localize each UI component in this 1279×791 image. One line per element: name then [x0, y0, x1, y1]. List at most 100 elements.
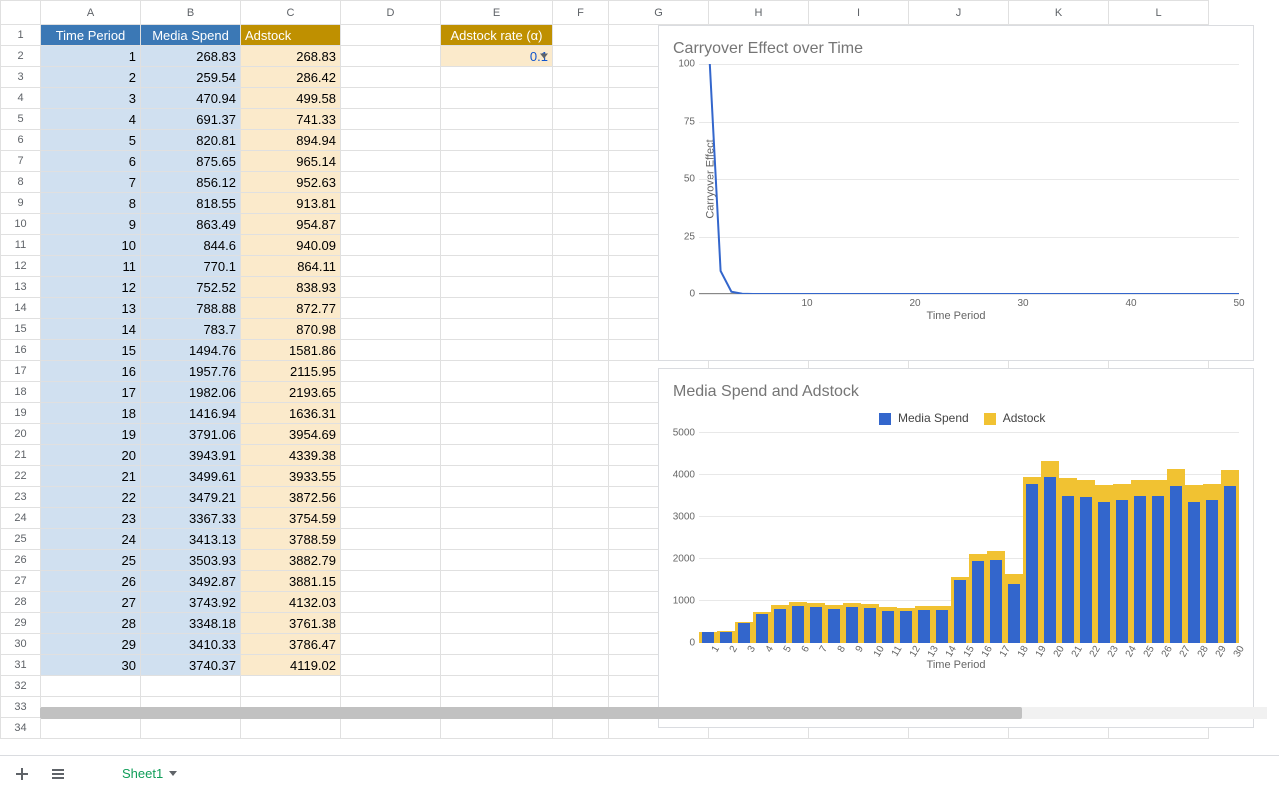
- row-header-7[interactable]: 7: [1, 151, 41, 172]
- cell[interactable]: [441, 256, 553, 277]
- cell-spend[interactable]: 818.55: [141, 193, 241, 214]
- cell[interactable]: [441, 613, 553, 634]
- cell[interactable]: [553, 424, 609, 445]
- cell[interactable]: [241, 676, 341, 697]
- cell-adstock[interactable]: 4339.38: [241, 445, 341, 466]
- cell[interactable]: [341, 25, 441, 46]
- cell[interactable]: [553, 130, 609, 151]
- cell[interactable]: [341, 214, 441, 235]
- cell-spend[interactable]: 3791.06: [141, 424, 241, 445]
- row-header-32[interactable]: 32: [1, 676, 41, 697]
- cell[interactable]: [341, 613, 441, 634]
- cell[interactable]: [441, 109, 553, 130]
- cell[interactable]: [553, 67, 609, 88]
- cell[interactable]: [553, 487, 609, 508]
- cell[interactable]: [553, 445, 609, 466]
- cell[interactable]: [553, 277, 609, 298]
- cell[interactable]: [553, 361, 609, 382]
- cell-adstock[interactable]: 2115.95: [241, 361, 341, 382]
- cell[interactable]: [341, 466, 441, 487]
- row-header-30[interactable]: 30: [1, 634, 41, 655]
- cell-adstock[interactable]: 3882.79: [241, 550, 341, 571]
- cell-spend[interactable]: 268.83: [141, 46, 241, 67]
- column-header-C[interactable]: C: [241, 1, 341, 25]
- cell[interactable]: [341, 298, 441, 319]
- cell[interactable]: [553, 214, 609, 235]
- cell[interactable]: [441, 718, 553, 739]
- row-header-5[interactable]: 5: [1, 109, 41, 130]
- cell-spend[interactable]: 844.6: [141, 235, 241, 256]
- cell[interactable]: [341, 571, 441, 592]
- cell[interactable]: [41, 676, 141, 697]
- cell[interactable]: [341, 319, 441, 340]
- cell-spend[interactable]: 770.1: [141, 256, 241, 277]
- cell[interactable]: [341, 361, 441, 382]
- cell-spend[interactable]: 3743.92: [141, 592, 241, 613]
- row-header-34[interactable]: 34: [1, 718, 41, 739]
- cell[interactable]: [341, 172, 441, 193]
- cell[interactable]: [441, 403, 553, 424]
- cell-spend[interactable]: 3479.21: [141, 487, 241, 508]
- cell[interactable]: [441, 277, 553, 298]
- cell-adstock[interactable]: 1581.86: [241, 340, 341, 361]
- cell[interactable]: [441, 88, 553, 109]
- cell-time[interactable]: 1: [41, 46, 141, 67]
- row-header-4[interactable]: 4: [1, 88, 41, 109]
- cell-adstock[interactable]: 3933.55: [241, 466, 341, 487]
- cell-adstock[interactable]: 2193.65: [241, 382, 341, 403]
- cell-spend[interactable]: 691.37: [141, 109, 241, 130]
- cell-adstock[interactable]: 3954.69: [241, 424, 341, 445]
- header-adstock[interactable]: Adstock: [241, 25, 341, 46]
- cell[interactable]: [553, 613, 609, 634]
- row-header-31[interactable]: 31: [1, 655, 41, 676]
- row-header-1[interactable]: 1: [1, 25, 41, 46]
- cell-time[interactable]: 29: [41, 634, 141, 655]
- cell-time[interactable]: 20: [41, 445, 141, 466]
- row-header-17[interactable]: 17: [1, 361, 41, 382]
- cell[interactable]: [341, 445, 441, 466]
- row-header-28[interactable]: 28: [1, 592, 41, 613]
- cell[interactable]: [341, 46, 441, 67]
- cell-adstock[interactable]: 741.33: [241, 109, 341, 130]
- select-all-cell[interactable]: [1, 1, 41, 25]
- cell-time[interactable]: 22: [41, 487, 141, 508]
- cell-spend[interactable]: 752.52: [141, 277, 241, 298]
- cell[interactable]: [553, 403, 609, 424]
- cell[interactable]: [341, 634, 441, 655]
- cell-time[interactable]: 3: [41, 88, 141, 109]
- row-header-6[interactable]: 6: [1, 130, 41, 151]
- cell-time[interactable]: 26: [41, 571, 141, 592]
- cell[interactable]: [553, 298, 609, 319]
- cell[interactable]: [341, 256, 441, 277]
- cell[interactable]: [553, 151, 609, 172]
- cell[interactable]: [341, 340, 441, 361]
- row-header-29[interactable]: 29: [1, 613, 41, 634]
- cell-spend[interactable]: 3740.37: [141, 655, 241, 676]
- cell[interactable]: [553, 592, 609, 613]
- cell[interactable]: [341, 403, 441, 424]
- cell[interactable]: [441, 571, 553, 592]
- cell-spend[interactable]: 1416.94: [141, 403, 241, 424]
- cell[interactable]: [441, 193, 553, 214]
- cell-adstock[interactable]: 3788.59: [241, 529, 341, 550]
- cell-adstock[interactable]: 3872.56: [241, 487, 341, 508]
- cell[interactable]: [553, 319, 609, 340]
- cell-time[interactable]: 30: [41, 655, 141, 676]
- cell[interactable]: [41, 718, 141, 739]
- cell-adstock[interactable]: 940.09: [241, 235, 341, 256]
- row-header-12[interactable]: 12: [1, 256, 41, 277]
- cell-spend[interactable]: 259.54: [141, 67, 241, 88]
- cell[interactable]: [553, 550, 609, 571]
- row-header-8[interactable]: 8: [1, 172, 41, 193]
- cell[interactable]: [553, 172, 609, 193]
- row-header-21[interactable]: 21: [1, 445, 41, 466]
- row-header-9[interactable]: 9: [1, 193, 41, 214]
- cell[interactable]: [441, 445, 553, 466]
- cell-spend[interactable]: 3503.93: [141, 550, 241, 571]
- cell-adstock[interactable]: 1636.31: [241, 403, 341, 424]
- cell[interactable]: [341, 235, 441, 256]
- cell-adstock[interactable]: 954.87: [241, 214, 341, 235]
- cell[interactable]: [553, 109, 609, 130]
- cell[interactable]: [441, 340, 553, 361]
- cell[interactable]: [441, 466, 553, 487]
